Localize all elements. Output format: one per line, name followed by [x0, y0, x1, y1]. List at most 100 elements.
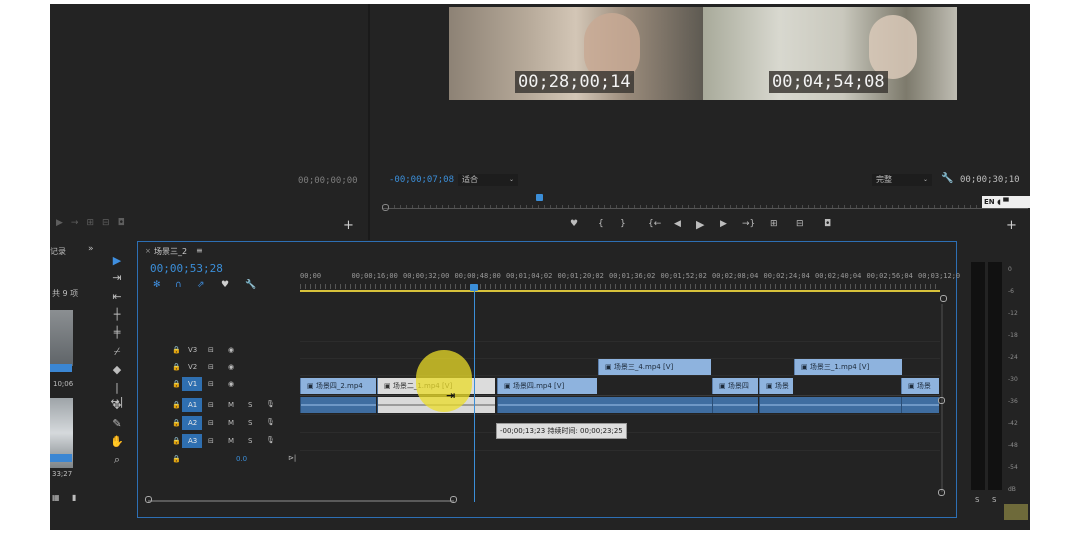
project-thumb-1[interactable] — [50, 310, 73, 366]
timeline-close-icon[interactable]: × — [145, 247, 151, 255]
lock-icon[interactable]: 🔒 — [172, 346, 181, 354]
project-tab[interactable]: 记录 — [50, 246, 66, 257]
lock-icon[interactable]: 🔒 — [172, 437, 181, 445]
play-icon[interactable]: ▶ — [696, 218, 704, 231]
snap-icon[interactable]: ∩ — [175, 280, 182, 290]
go-to-in-icon[interactable]: {← — [648, 219, 661, 229]
razor-tool-icon[interactable]: ⌿ — [110, 345, 124, 359]
audio-clip-a1-1[interactable] — [300, 397, 376, 413]
go-to-out-icon[interactable]: → — [71, 218, 87, 228]
clip-v1-6[interactable]: ▣ 场景 — [901, 378, 939, 394]
sync-lock-icon[interactable]: ⊟ — [208, 346, 214, 354]
zoom-tool-icon[interactable]: ⌕ — [110, 453, 124, 467]
audio-clip-a1-6[interactable] — [901, 397, 939, 413]
program-current-time[interactable]: -00;00;07;08 — [389, 175, 454, 185]
hscroll-handle-right[interactable] — [450, 496, 457, 503]
add-marker-icon[interactable]: ♥ — [221, 280, 229, 290]
rolling-edit-tool-icon[interactable]: ┼ — [110, 308, 124, 322]
fit-dropdown[interactable]: 适合 ⌄ — [458, 174, 518, 186]
timeline-playhead-handle[interactable] — [470, 284, 478, 291]
slide-tool-icon[interactable]: |↔| — [110, 381, 124, 408]
timeline-settings-icon[interactable]: 🔧 — [245, 280, 256, 290]
trash-icon[interactable]: ▮ — [72, 493, 76, 502]
program-playhead[interactable] — [536, 194, 543, 201]
clip-v2-2[interactable]: ▣ 场景三_1.mp4 [V] — [794, 359, 902, 375]
mute-icon[interactable]: M — [228, 419, 234, 427]
hscroll-handle-left[interactable] — [145, 496, 152, 503]
timeline-horizontal-scrollbar[interactable] — [148, 500, 454, 502]
quality-dropdown[interactable]: 完整 ⌄ — [872, 174, 932, 186]
nest-toggle-icon[interactable]: ✻ — [153, 280, 161, 290]
clip-v1-4[interactable]: ▣ 场景四 — [712, 378, 758, 394]
lock-icon[interactable]: 🔒 — [172, 419, 181, 427]
lift-icon[interactable]: ⊞ — [770, 219, 778, 229]
selection-tool-icon[interactable]: ▶ — [110, 254, 124, 268]
linked-selection-icon[interactable]: ⇗ — [197, 280, 205, 290]
step-back-icon[interactable]: ◀ — [674, 219, 681, 229]
microphone-icon[interactable]: 🎙 — [266, 418, 275, 426]
vscroll-handle-bottom[interactable] — [938, 489, 945, 496]
sync-lock-icon[interactable]: ⊟ — [208, 401, 214, 409]
pen-tool-icon[interactable]: ✎ — [110, 417, 124, 431]
go-to-end-icon[interactable]: ⊳| — [288, 454, 296, 462]
audio-clip-a1-4[interactable] — [712, 397, 758, 413]
sync-lock-icon[interactable]: ⊟ — [208, 363, 214, 371]
microphone-icon[interactable]: 🎙 — [266, 436, 275, 444]
clip-v1-5[interactable]: ▣ 场景 — [759, 378, 793, 394]
new-bin-icon[interactable]: ▦ — [52, 493, 60, 502]
lock-icon[interactable]: 🔒 — [172, 363, 181, 371]
source-add-button[interactable]: + — [343, 218, 354, 233]
track-select-tool-icon[interactable]: ⇥ — [110, 271, 124, 285]
overwrite-icon[interactable]: ⊟ — [102, 218, 118, 228]
audio-clip-a1-3[interactable] — [497, 397, 712, 413]
mark-out-icon[interactable]: } — [620, 219, 626, 229]
sync-lock-icon[interactable]: ⊟ — [208, 380, 214, 388]
solo-right-button[interactable]: S — [992, 496, 996, 504]
scrub-start-handle[interactable] — [382, 204, 389, 211]
lock-icon[interactable]: 🔒 — [172, 401, 181, 409]
microphone-icon[interactable]: 🎙 — [266, 400, 275, 408]
clip-v2-1[interactable]: ▣ 场景三_4.mp4 [V] — [598, 359, 711, 375]
program-add-button[interactable]: + — [1006, 218, 1017, 233]
sequence-tab-name[interactable]: 场景三_2 — [154, 246, 187, 257]
step-forward-icon[interactable]: ▶ — [720, 219, 727, 229]
eye-icon[interactable]: ◉ — [228, 346, 234, 354]
solo-left-button[interactable]: S — [975, 496, 979, 504]
export-frame-icon[interactable]: ◘ — [824, 219, 831, 229]
sequence-tab-menu-icon[interactable]: ≡ — [196, 246, 203, 255]
clip-v1-1[interactable]: ▣ 场景四_2.mp4 — [300, 378, 376, 394]
mute-icon[interactable]: M — [228, 437, 234, 445]
vscroll-handle-top[interactable] — [938, 397, 945, 404]
eye-icon[interactable]: ◉ — [228, 380, 234, 388]
solo-icon[interactable]: S — [248, 419, 252, 427]
insert-icon[interactable]: ⊞ — [86, 218, 102, 228]
panel-menu-icon[interactable]: » — [88, 244, 94, 254]
pen-move-tool-icon[interactable]: ✥ — [110, 399, 124, 413]
audio-clip-a1-5[interactable] — [759, 397, 901, 413]
wrench-icon[interactable]: 🔧 — [941, 173, 953, 184]
lock-icon[interactable]: 🔒 — [172, 380, 181, 388]
step-forward-icon[interactable]: ▶ — [56, 218, 71, 228]
extract-icon[interactable]: ⊟ — [796, 219, 804, 229]
lock-icon[interactable]: 🔒 — [172, 455, 181, 463]
program-scrub-bar[interactable] — [382, 200, 1028, 209]
timeline-playhead-time[interactable]: 00;00;53;28 — [150, 262, 223, 275]
sync-lock-icon[interactable]: ⊟ — [208, 419, 214, 427]
eye-icon[interactable]: ◉ — [228, 363, 234, 371]
solo-icon[interactable]: S — [248, 401, 252, 409]
camera-icon[interactable]: ◘ — [118, 218, 133, 228]
sync-lock-icon[interactable]: ⊟ — [208, 437, 214, 445]
solo-icon[interactable]: S — [248, 437, 252, 445]
mute-icon[interactable]: M — [228, 401, 234, 409]
marker-icon[interactable]: ♥ — [570, 219, 578, 229]
mark-in-icon[interactable]: { — [598, 219, 604, 229]
go-to-out-icon[interactable]: →} — [742, 219, 755, 229]
ripple-edit-tool-icon[interactable]: ⇤ — [110, 290, 124, 304]
work-area-bar[interactable] — [300, 290, 940, 292]
rate-stretch-tool-icon[interactable]: ╪ — [110, 326, 124, 340]
hand-tool-icon[interactable]: ✋ — [110, 435, 124, 449]
slip-tool-icon[interactable]: ◆ — [110, 363, 124, 377]
ruler-end-handle[interactable] — [940, 295, 947, 302]
clip-v1-3[interactable]: ▣ 场景四.mp4 [V] — [497, 378, 597, 394]
master-volume-value[interactable]: 0.0 — [236, 455, 247, 463]
